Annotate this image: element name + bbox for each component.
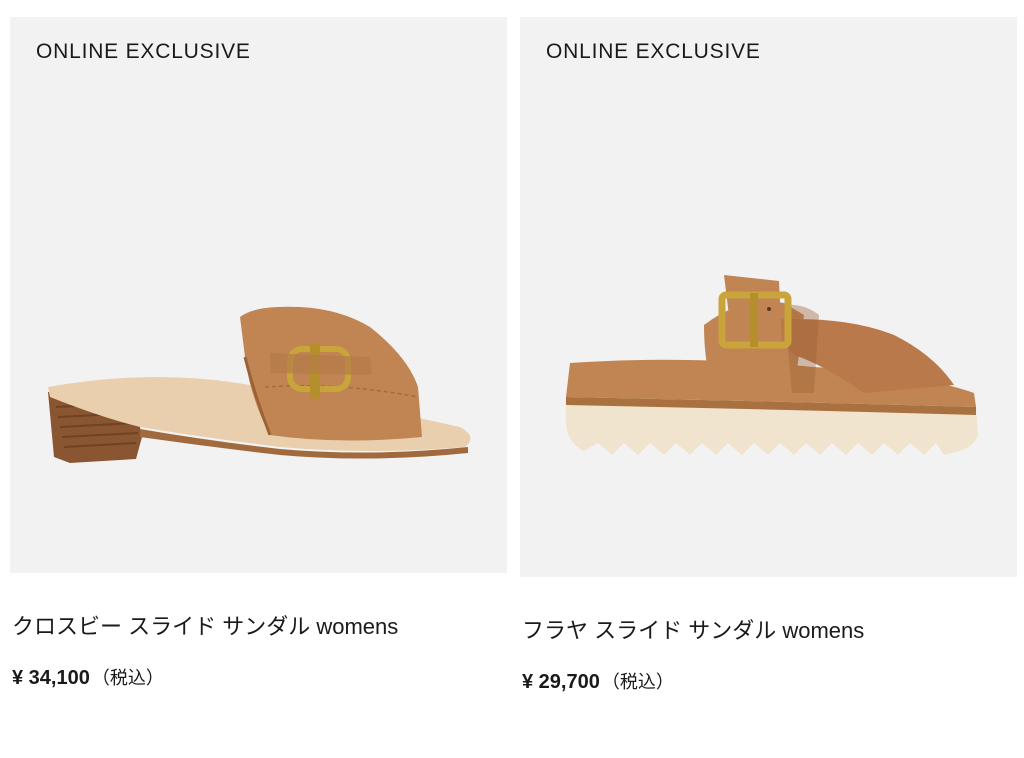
platform-cross-strap-sandal-icon <box>566 275 978 455</box>
price-amount: ¥ 29,700 <box>522 671 600 693</box>
product-name[interactable]: クロスビー スライド サンダル womens <box>12 609 398 641</box>
product-price: ¥ 29,700 （税込） <box>522 668 674 694</box>
heeled-slide-sandal-icon <box>48 306 471 463</box>
online-exclusive-badge: ONLINE EXCLUSIVE <box>36 40 251 63</box>
product-price: ¥ 34,100 （税込） <box>12 664 164 690</box>
product-grid: ONLINE EXCLUSIVE クロスビー スライド サンダル womens <box>0 0 1024 758</box>
tax-note: （税込） <box>91 668 164 688</box>
tax-note: （税込） <box>601 672 674 692</box>
online-exclusive-badge: ONLINE EXCLUSIVE <box>546 40 761 63</box>
product-image[interactable]: ONLINE EXCLUSIVE <box>10 17 507 573</box>
product-name[interactable]: フラヤ スライド サンダル womens <box>522 613 864 645</box>
product-image[interactable]: ONLINE EXCLUSIVE <box>520 17 1017 577</box>
price-amount: ¥ 34,100 <box>12 667 90 689</box>
